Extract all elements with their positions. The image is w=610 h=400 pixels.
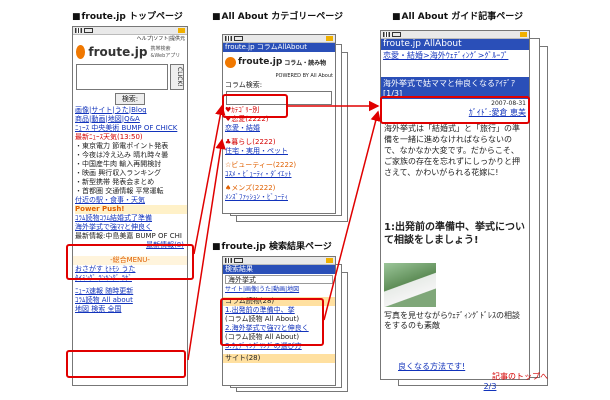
- list-item[interactable]: ｺｽﾒ・ﾋﾞｭｰﾃｨ・ﾀﾞｲｴｯﾄ: [225, 170, 335, 179]
- battery-icon: [392, 32, 401, 37]
- mail-icon: [520, 32, 527, 37]
- battery-icon: [234, 258, 243, 263]
- mail-icon: [326, 36, 333, 41]
- nav-row-1[interactable]: 画像|サイト|うた|Blog: [73, 106, 187, 115]
- category-logo: froute.jp コラム・読み物: [223, 52, 335, 72]
- list-item[interactable]: ・新型携帯 発表会まとめ: [75, 178, 187, 187]
- battery-icon: [84, 28, 93, 33]
- list-item[interactable]: 最新情報:中島美嘉 BUMP OF CHI: [75, 232, 187, 241]
- list-item[interactable]: 最新ﾆｭｰｽ天気(13:50): [75, 133, 187, 142]
- breadcrumb[interactable]: 恋愛・結婚>海外ｳｪﾃﾞｨﾝｸﾞ>ｸﾞﾙｰﾌﾟ: [381, 50, 529, 61]
- status-bar: [381, 31, 529, 39]
- froute-logo: froute.jp 携帯検索&Webアプリ: [73, 42, 187, 62]
- powered-by: POWERED BY All About: [275, 73, 334, 79]
- highlight-category-love: [222, 94, 288, 118]
- froute-tagline: 携帯検索&Webアプリ: [150, 46, 181, 59]
- signal-icon: [75, 28, 82, 33]
- status-bar: [73, 27, 187, 35]
- column-search-label: コラム検索:: [225, 81, 263, 89]
- highlight-power-push: [66, 244, 194, 280]
- list-item[interactable]: ・首都圏 交通情報 平常運転: [75, 187, 187, 196]
- search-button[interactable]: 検索:: [114, 93, 146, 105]
- header-links[interactable]: ヘルプ|ソフト|提供元: [73, 35, 187, 42]
- list-item[interactable]: 恋愛・結婚: [225, 124, 335, 133]
- froute-logo-text: froute.jp: [88, 45, 148, 59]
- status-bar: [223, 257, 335, 265]
- mail-icon: [178, 28, 185, 33]
- category-beauty[interactable]: ☆ビューティー(2222): [225, 161, 335, 170]
- mail-icon: [326, 258, 333, 263]
- list-item[interactable]: ﾆｭｰｽ速報 随時更新: [75, 287, 187, 296]
- top-page-phone: ヘルプ|ソフト|提供元 froute.jp 携帯検索&Webアプリ CLICK!…: [72, 26, 188, 386]
- list-item[interactable]: ・中国産牛肉 輸入再開検討: [75, 160, 187, 169]
- list-item[interactable]: 地図 検索 全国: [75, 305, 187, 314]
- search-query[interactable]: 海外挙式: [225, 275, 333, 284]
- highlight-column-link: [66, 350, 186, 378]
- article-intro: 海外挙式は「結婚式」と「旅行」の準備を一緒に進めなければならないので、なかなか大…: [384, 124, 520, 177]
- category-page-phone: froute.jp コラムAllAbout froute.jp コラム・読み物 …: [222, 34, 336, 214]
- page-indicator: 2/3: [483, 382, 497, 391]
- froute-logo-mark-icon: [225, 56, 236, 68]
- photo-caption: 写真を見せながらｳｪﾃﾞｨﾝｸﾞﾄﾞﾚｽの相談をするのも素敵: [384, 311, 520, 330]
- status-bar: [223, 35, 335, 43]
- click-button[interactable]: CLICK!: [170, 64, 184, 90]
- highlight-search-result: [220, 298, 324, 346]
- list-item[interactable]: ｺﾗﾑ読物 All about: [75, 296, 187, 305]
- list-item[interactable]: ﾆｭｰｽ 中央美術 BUMP OF CHICK: [75, 124, 187, 133]
- category-living[interactable]: ♣暮らし(2222): [225, 138, 335, 147]
- highlight-article-title: [380, 96, 530, 124]
- list-item[interactable]: ・東京電力 節電ポイント発表: [75, 142, 187, 151]
- list-item[interactable]: 付近の駅・食事・天気: [75, 196, 187, 205]
- category-mens[interactable]: ♠メンズ(2222): [225, 184, 335, 193]
- list-item[interactable]: 海外挙式で強ﾏﾏと伸良く: [75, 223, 187, 232]
- list-item[interactable]: ｺﾗﾑ読物ｺﾗﾑ結婚式了準備: [75, 214, 187, 223]
- list-item[interactable]: ﾒﾝｽﾞﾌｧｯｼｮﾝ・ﾋﾞｭｰﾃｨ: [225, 193, 335, 202]
- result-head-sites: サイト(28): [223, 354, 335, 363]
- article-page-phone: froute.jp AllAbout 恋愛・結婚>海外ｳｪﾃﾞｨﾝｸﾞ>ｸﾞﾙｰ…: [380, 30, 530, 380]
- list-item[interactable]: 住宅・実用・ペット: [225, 147, 335, 156]
- froute-logo-mark-icon: [76, 45, 86, 59]
- signal-icon: [383, 32, 390, 37]
- search-header: 検索結果: [223, 265, 335, 274]
- article-header: froute.jp AllAbout: [381, 39, 529, 50]
- article-photo: [384, 263, 436, 307]
- power-push-header: Power Push!: [75, 205, 187, 214]
- article-link-continue[interactable]: 良くなる方法です!: [398, 362, 546, 371]
- arrow-top-to-category: [193, 104, 226, 255]
- search-input[interactable]: [76, 64, 168, 90]
- section-title-article: All About ガイド記事ページ: [392, 12, 524, 23]
- category-header: froute.jp コラムAllAbout: [223, 43, 335, 52]
- signal-icon: [225, 258, 232, 263]
- article-heading: 1:出発前の準備中、挙式について相談をしましょう!: [384, 222, 525, 246]
- section-title-search: froute.jp 検索結果ページ: [212, 242, 332, 253]
- section-title-top: froute.jp トップページ: [72, 12, 183, 23]
- article-top-link[interactable]: 記事のトップへ: [418, 372, 548, 381]
- nav-row-2[interactable]: 商品|動画|地図|Q&A: [73, 115, 187, 124]
- list-item[interactable]: ・今夜は冷え込み 晴れ時々曇: [75, 151, 187, 160]
- signal-icon: [225, 36, 232, 41]
- section-title-category: All About カテゴリーページ: [212, 12, 344, 23]
- battery-icon: [234, 36, 243, 41]
- search-tabs[interactable]: サイト|画像|うた|動画|地図: [223, 285, 335, 294]
- list-item[interactable]: ・映画 興行収入ランキング: [75, 169, 187, 178]
